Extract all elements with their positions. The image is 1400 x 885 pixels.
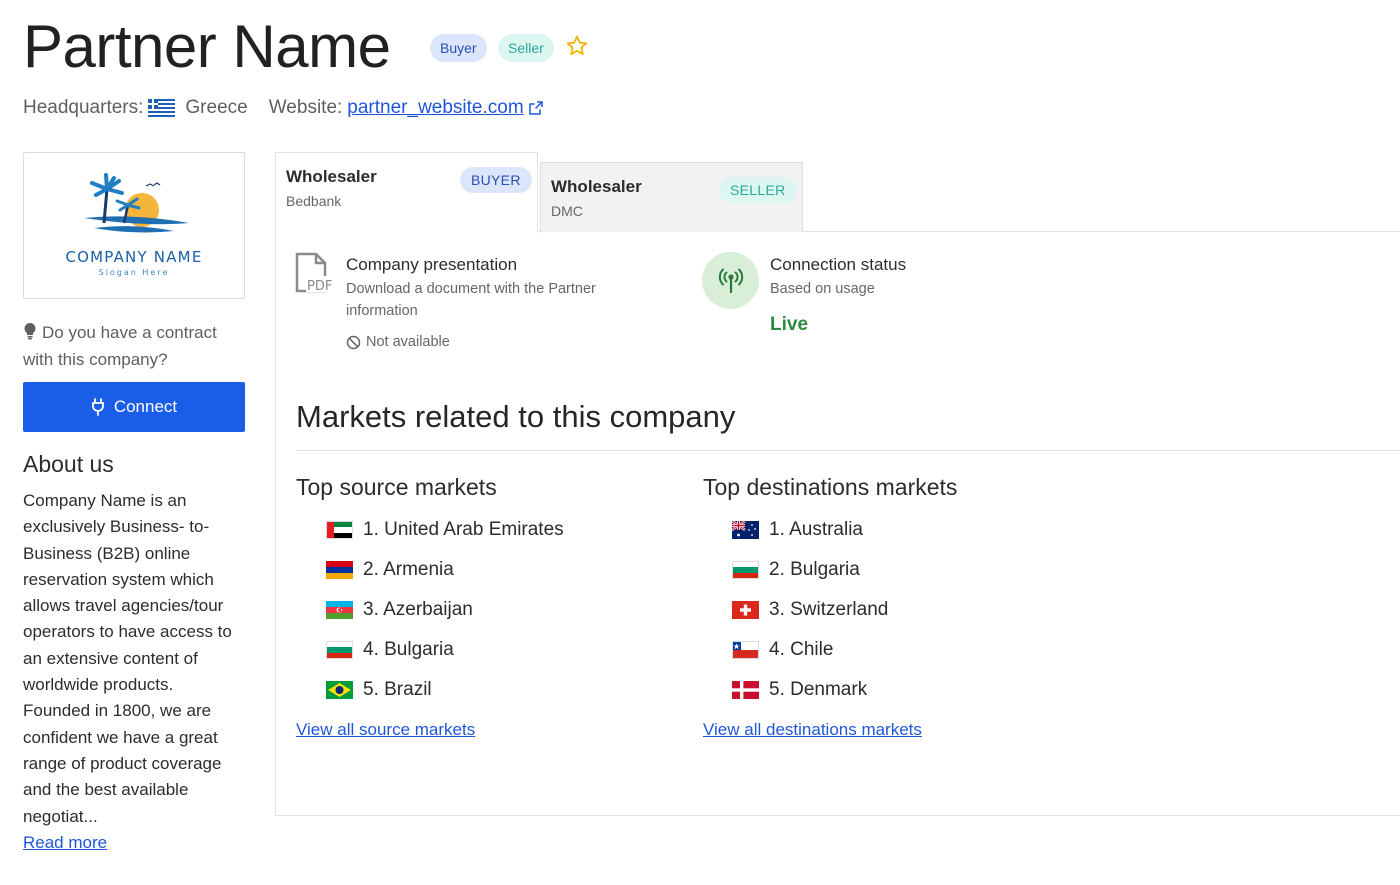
switzerland-flag-icon <box>732 601 759 619</box>
presentation-status: Not available <box>346 334 450 350</box>
list-item: 2. Bulgaria <box>732 550 888 590</box>
about-title: About us <box>23 451 114 477</box>
connect-label: Connect <box>113 397 178 416</box>
hq-country: Greece <box>185 97 248 118</box>
presentation-description: Download a document with the Partner inf… <box>346 281 596 319</box>
connection-title: Connection status <box>770 255 907 274</box>
market-label: 4. Chile <box>769 639 834 660</box>
uae-flag-icon <box>326 521 353 539</box>
logo-company-name: COMPANY NAME <box>65 248 202 266</box>
page-title: Partner Name <box>23 13 391 80</box>
market-label: 5. Brazil <box>363 679 432 700</box>
plug-icon <box>91 398 104 416</box>
pdf-file-icon: PDF <box>295 252 336 293</box>
market-label: 5. Denmark <box>769 679 868 700</box>
market-label: 2. Armenia <box>363 559 454 580</box>
greece-flag-icon <box>148 99 176 117</box>
divider <box>296 450 1400 451</box>
presentation-status-text: Not available <box>366 334 450 350</box>
list-item: 5. Brazil <box>326 670 564 710</box>
read-more-link[interactable]: Read more <box>23 833 107 853</box>
website-link[interactable]: partner_website.com <box>347 96 523 120</box>
logo-slogan: Slogan Here <box>99 268 170 277</box>
list-item: 1. Australia <box>732 510 888 550</box>
star-outline-icon[interactable] <box>565 34 589 58</box>
pdf-icon-label: PDF <box>307 279 332 293</box>
azerbaijan-flag-icon <box>326 601 353 619</box>
markets-title: Markets related to this company <box>296 399 736 434</box>
denmark-flag-icon <box>732 681 759 699</box>
tab-title: Wholesaler <box>286 167 377 186</box>
australia-flag-icon <box>732 521 759 539</box>
view-all-source-markets-link[interactable]: View all source markets <box>296 720 475 740</box>
tab-wholesaler-bedbank[interactable]: Wholesaler Bedbank BUYER <box>275 152 538 233</box>
company-logo: COMPANY NAME Slogan Here <box>23 152 245 299</box>
market-label: 2. Bulgaria <box>769 559 860 580</box>
bulgaria-flag-icon <box>732 561 759 579</box>
list-item: 3. Switzerland <box>732 590 888 630</box>
destination-markets-title: Top destinations markets <box>703 474 958 500</box>
tab-title: Wholesaler <box>551 177 642 196</box>
list-item: 4. Chile <box>732 630 888 670</box>
contract-question: Do you have a contract with this company… <box>23 319 245 373</box>
brazil-flag-icon <box>326 681 353 699</box>
market-label: 3. Switzerland <box>769 599 889 620</box>
source-markets-title: Top source markets <box>296 474 497 500</box>
market-label: 1. United Arab Emirates <box>363 519 564 540</box>
lightbulb-icon <box>24 323 36 340</box>
antenna-icon <box>718 268 743 293</box>
list-item: 1. United Arab Emirates <box>326 510 564 550</box>
view-all-destination-markets-link[interactable]: View all destinations markets <box>703 720 922 740</box>
website-label: Website: <box>268 97 343 118</box>
source-markets-list: 1. United Arab Emirates 2. Armenia 3. Az… <box>326 510 564 710</box>
seller-badge: Seller <box>498 34 554 62</box>
market-label: 1. Australia <box>769 519 863 540</box>
list-item: 4. Bulgaria <box>326 630 564 670</box>
tab-subtitle: Bedbank <box>286 193 342 209</box>
connection-status-value: Live <box>770 314 809 335</box>
market-label: 4. Bulgaria <box>363 639 454 660</box>
presentation-title: Company presentation <box>346 255 518 274</box>
market-label: 3. Azerbaijan <box>363 599 473 620</box>
destination-markets-list: 1. Australia 2. Bulgaria 3. Switzerland … <box>732 510 888 710</box>
about-text: Company Name is an exclusively Business-… <box>23 491 232 826</box>
tab-subtitle: DMC <box>551 203 583 219</box>
tab-wholesaler-dmc[interactable]: Wholesaler DMC SELLER <box>540 162 803 232</box>
list-item: 2. Armenia <box>326 550 564 590</box>
external-link-icon[interactable] <box>528 100 544 116</box>
headquarters-row: Headquarters: Greece Website: partner_we… <box>23 96 544 120</box>
contract-question-text: Do you have a contract with this company… <box>23 323 217 369</box>
buyer-badge: Buyer <box>430 34 487 62</box>
list-item: 5. Denmark <box>732 670 888 710</box>
chile-flag-icon <box>732 641 759 659</box>
list-item: 3. Azerbaijan <box>326 590 564 630</box>
hq-label: Headquarters: <box>23 97 144 118</box>
company-logo-image: COMPANY NAME Slogan Here <box>65 173 202 277</box>
connection-subtitle: Based on usage <box>770 281 875 297</box>
connection-icon-circle <box>702 252 759 309</box>
bulgaria-flag-icon <box>326 641 353 659</box>
armenia-flag-icon <box>326 561 353 579</box>
tab-buyer-badge: BUYER <box>460 167 532 193</box>
connect-button[interactable]: Connect <box>23 382 245 432</box>
not-available-icon <box>346 335 361 349</box>
tab-seller-badge: SELLER <box>719 177 797 203</box>
